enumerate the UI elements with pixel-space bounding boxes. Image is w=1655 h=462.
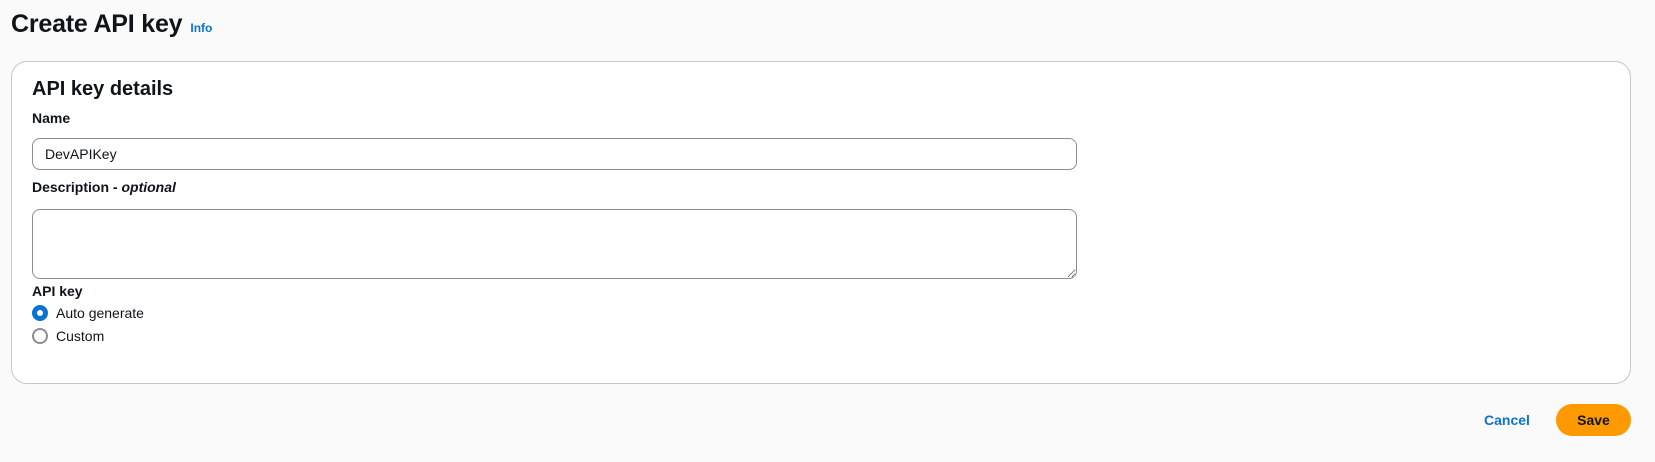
description-textarea[interactable] [32, 209, 1077, 279]
form-actions: Cancel Save [0, 404, 1631, 436]
name-label: Name [32, 110, 71, 126]
radio-custom[interactable]: Custom [32, 328, 104, 344]
optional-label: optional [121, 179, 176, 195]
save-button[interactable]: Save [1556, 404, 1631, 436]
api-key-details-panel: API key details Name Description - optio… [11, 61, 1631, 384]
name-input[interactable] [32, 138, 1077, 170]
panel-title: API key details [32, 78, 174, 100]
radio-custom-label: Custom [56, 328, 105, 344]
info-link[interactable]: Info [190, 21, 212, 35]
radio-auto-generate[interactable]: Auto generate [32, 305, 144, 321]
page-title: Create API key [11, 10, 183, 38]
description-label-text: Description - [32, 179, 122, 195]
description-label: Description - optional [32, 179, 176, 195]
radio-checked-icon[interactable] [32, 305, 48, 321]
cancel-button[interactable]: Cancel [1478, 404, 1536, 436]
radio-auto-generate-label: Auto generate [56, 305, 144, 321]
radio-unchecked-icon[interactable] [32, 328, 48, 344]
page-header: Create API key Info [11, 10, 212, 39]
api-key-label: API key [32, 283, 83, 299]
